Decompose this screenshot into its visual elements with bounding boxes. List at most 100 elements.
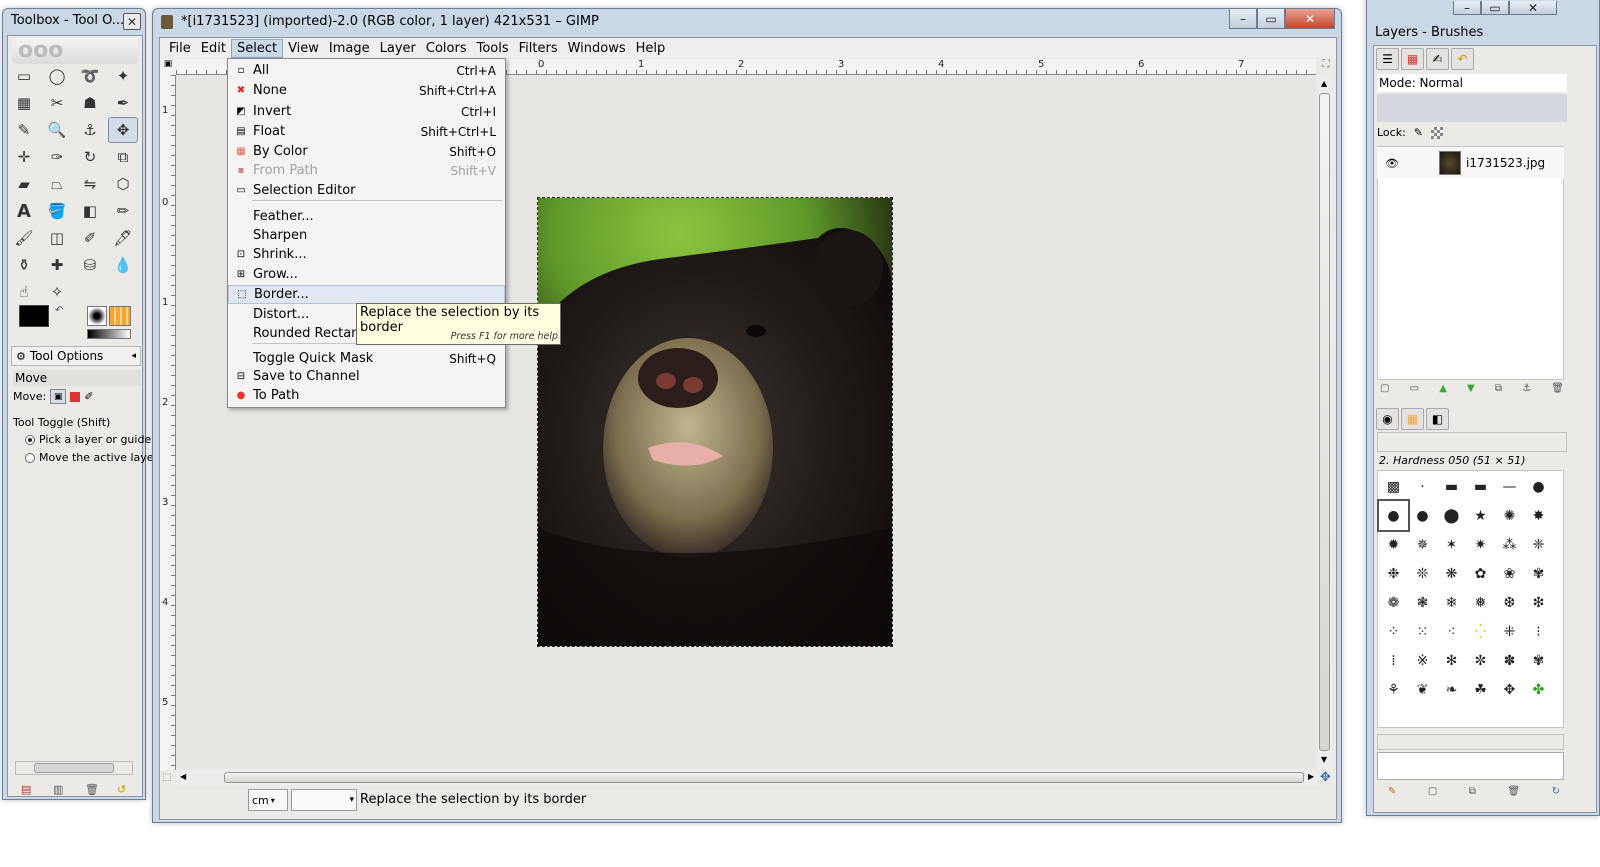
menu-file[interactable]: File: [164, 40, 196, 57]
brush-swatch[interactable]: ●: [1408, 501, 1437, 530]
brush-swatch[interactable]: ❉: [1379, 559, 1408, 588]
brush-swatch[interactable]: ☘: [1466, 675, 1495, 704]
dock-close-button[interactable]: ✕: [1509, 1, 1557, 15]
brush-swatch[interactable]: ❆: [1495, 588, 1524, 617]
brush-filter-field[interactable]: [1377, 432, 1567, 452]
brush-swatch[interactable]: ❃: [1408, 588, 1437, 617]
menu-item-selection-editor[interactable]: ▭ Selection Editor: [228, 181, 505, 200]
edit-brush-icon[interactable]: ✎: [1388, 786, 1396, 802]
paintbrush-icon[interactable]: 🖌: [9, 225, 39, 251]
menu-select[interactable]: Select: [230, 38, 284, 58]
move-path-icon[interactable]: ✐: [84, 390, 93, 403]
smudge-icon[interactable]: ☝: [9, 279, 39, 305]
menu-windows[interactable]: Windows: [563, 40, 631, 57]
brush-swatch[interactable]: ❦: [1408, 675, 1437, 704]
brush-swatch[interactable]: ❁: [1379, 588, 1408, 617]
bear-photo[interactable]: [537, 197, 893, 647]
rotate-icon[interactable]: ↻: [75, 144, 105, 170]
perspective-clone-icon[interactable]: ⛁: [75, 252, 105, 278]
free-select-icon[interactable]: ➰: [75, 63, 105, 89]
menu-item-shrink[interactable]: ⊡ Shrink...: [228, 245, 505, 264]
brush-swatch[interactable]: ⬤: [1437, 501, 1466, 530]
menu-filters[interactable]: Filters: [514, 40, 563, 57]
opacity-slider[interactable]: [1377, 94, 1567, 122]
menu-layer[interactable]: Layer: [375, 40, 421, 57]
delete-options-icon[interactable]: 🗑: [85, 783, 99, 796]
crop-icon[interactable]: ✑: [42, 144, 72, 170]
brush-swatch[interactable]: ❋: [1437, 559, 1466, 588]
zoom-icon[interactable]: 🔍: [42, 117, 72, 143]
duplicate-layer-icon[interactable]: ⧉: [1495, 383, 1502, 399]
brush-swatch[interactable]: ⁖: [1437, 617, 1466, 646]
restore-options-icon[interactable]: ▥: [53, 783, 63, 796]
save-options-icon[interactable]: ▤: [21, 783, 31, 796]
layer-name[interactable]: i1731523.jpg: [1466, 156, 1545, 170]
brush-swatch[interactable]: ❇: [1524, 588, 1553, 617]
lock-pixels-icon[interactable]: ✎: [1414, 126, 1423, 139]
tab-gradients[interactable]: ◧: [1426, 408, 1449, 430]
toolbox-hscroll[interactable]: [15, 761, 133, 775]
layer-mode[interactable]: Mode: Normal: [1377, 74, 1567, 92]
dock-minimize-button[interactable]: –: [1453, 1, 1481, 15]
menu-image[interactable]: Image: [324, 40, 375, 57]
foreground-color-swatch[interactable]: [19, 305, 49, 327]
dodge-burn-icon[interactable]: ✧: [42, 279, 72, 305]
scroll-up-arrow[interactable]: ▲: [1321, 79, 1327, 88]
raise-layer-icon[interactable]: ▲: [1439, 383, 1447, 399]
brush-swatch[interactable]: ▬: [1437, 472, 1466, 501]
tab-undo[interactable]: ↶: [1451, 48, 1474, 70]
move-active-layer-radio[interactable]: Move the active laye: [25, 451, 154, 464]
horizontal-scrollbar[interactable]: ⬚ ◀ ▶: [162, 770, 1318, 786]
menu-help[interactable]: Help: [631, 40, 671, 57]
toolbox-close-button[interactable]: ✕: [123, 13, 141, 30]
blend-icon[interactable]: ◧: [75, 198, 105, 224]
brush-swatch[interactable]: ⁞: [1379, 646, 1408, 675]
tab-layers[interactable]: ☰: [1376, 48, 1399, 70]
menu-item-toggle-quick-mask[interactable]: Toggle Quick Mask Shift+Q: [228, 349, 505, 368]
tab-channels[interactable]: ▦: [1401, 48, 1424, 70]
brush-swatch[interactable]: ⁝: [1524, 617, 1553, 646]
brush-swatch[interactable]: ✸: [1524, 501, 1553, 530]
scale-icon[interactable]: ⧉: [108, 144, 138, 170]
new-brush-icon[interactable]: ▢: [1428, 786, 1437, 802]
close-window-button[interactable]: ✕: [1285, 9, 1335, 29]
brush-swatch[interactable]: ✷: [1466, 530, 1495, 559]
anchor-layer-icon[interactable]: ⚓: [1522, 383, 1531, 399]
paths-icon[interactable]: ✒: [108, 90, 138, 116]
brush-swatch[interactable]: ⚘: [1379, 675, 1408, 704]
brush-swatch[interactable]: ✾: [1524, 646, 1553, 675]
pick-layer-radio[interactable]: Pick a layer or guide: [25, 433, 151, 446]
brush-swatch[interactable]: ⁜: [1495, 617, 1524, 646]
move-layer-icon[interactable]: ▣: [50, 389, 67, 404]
brush-swatch[interactable]: ⁙: [1408, 617, 1437, 646]
refresh-brushes-icon[interactable]: ↻: [1552, 786, 1560, 802]
gradient-preview[interactable]: [87, 329, 131, 339]
menu-item-sharpen[interactable]: Sharpen: [228, 226, 505, 245]
cage-icon[interactable]: ⬡: [108, 171, 138, 197]
rect-select-icon[interactable]: ▭: [9, 63, 39, 89]
ink-icon[interactable]: 🖋: [108, 225, 138, 251]
delete-brush-icon[interactable]: 🗑: [1507, 786, 1520, 802]
delete-layer-icon[interactable]: 🗑: [1551, 383, 1564, 399]
menu-item-all[interactable]: ▫ All Ctrl+A: [228, 61, 505, 80]
maximize-button[interactable]: ▭: [1257, 9, 1285, 29]
ruler-corner[interactable]: ▣: [160, 59, 176, 75]
brush-swatch[interactable]: ✹: [1379, 530, 1408, 559]
brush-tag-field[interactable]: [1377, 734, 1564, 750]
tab-menu-icon[interactable]: ◂: [131, 351, 136, 361]
dock-maximize-button[interactable]: ▭: [1481, 1, 1509, 15]
scroll-right-arrow[interactable]: ▶: [1308, 772, 1314, 781]
horizontal-scroll-thumb[interactable]: [224, 772, 1304, 783]
heal-icon[interactable]: ✚: [42, 252, 72, 278]
brush-swatch[interactable]: ❈: [1524, 530, 1553, 559]
menu-item-none[interactable]: ✖ None Shift+Ctrl+A: [228, 81, 505, 100]
pencil-icon[interactable]: ✏: [108, 198, 138, 224]
blur-icon[interactable]: 💧: [108, 252, 138, 278]
eye-icon[interactable]: 👁: [1385, 157, 1409, 170]
lower-layer-icon[interactable]: ▼: [1467, 383, 1475, 399]
brush-swatch[interactable]: ▬: [1466, 472, 1495, 501]
brush-swatch[interactable]: ❅: [1466, 588, 1495, 617]
menu-edit[interactable]: Edit: [196, 40, 231, 57]
menu-item-float[interactable]: ▤ Float Shift+Ctrl+L: [228, 122, 505, 141]
scissors-select-icon[interactable]: ✂: [42, 90, 72, 116]
